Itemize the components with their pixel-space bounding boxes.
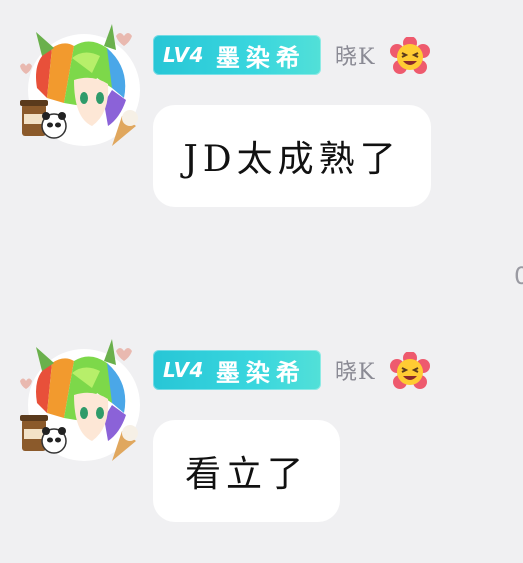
badge-title: 墨染希: [215, 357, 306, 387]
avatar[interactable]: [12, 18, 142, 148]
badge-level: LV4: [163, 43, 204, 67]
badge-title: 墨染希: [215, 42, 306, 72]
laughing-flower-emoji-icon: [390, 36, 430, 77]
chat-message: LV4 墨染希 晓K JD太成熟了: [0, 0, 523, 230]
avatar-icon: [20, 24, 140, 146]
sender-nickname[interactable]: 晓K: [335, 35, 375, 75]
edge-text: 0: [514, 262, 523, 290]
member-badge: LV4 墨染希: [153, 35, 321, 75]
avatar[interactable]: [12, 333, 142, 463]
avatar-icon: [20, 339, 140, 461]
laughing-flower-emoji-icon: [390, 351, 430, 392]
message-bubble[interactable]: 看立了: [153, 420, 340, 522]
chat-message: LV4 墨染希 晓K 看立了: [0, 315, 523, 545]
message-bubble[interactable]: JD太成熟了: [153, 105, 431, 207]
badge-level: LV4: [163, 358, 204, 382]
member-badge: LV4 墨染希: [153, 350, 321, 390]
sender-nickname[interactable]: 晓K: [335, 350, 375, 390]
